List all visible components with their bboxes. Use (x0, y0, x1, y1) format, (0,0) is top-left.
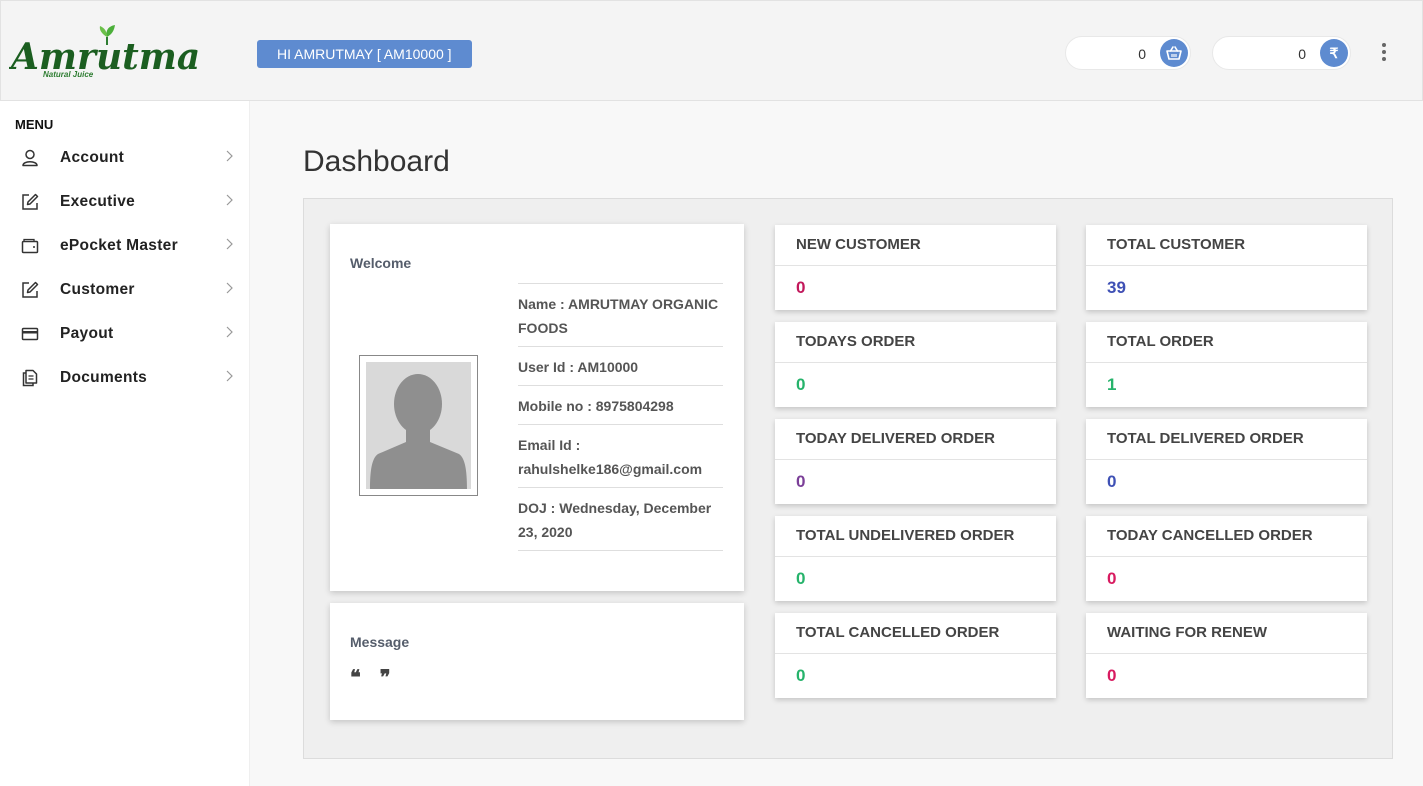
top-header: Amrutmay Natural Juice HI AMRUTMAY [ AM1… (0, 0, 1423, 101)
sidebar-item-executive[interactable]: Executive (0, 180, 250, 224)
sidebar-item-label: Account (60, 149, 125, 166)
welcome-title: Welcome (350, 255, 412, 271)
stat-value: 39 (1107, 278, 1126, 297)
sidebar: MENU Account Executive ePocket Master Cu… (0, 101, 250, 786)
menu-title: MENU (15, 117, 54, 132)
sidebar-item-payout[interactable]: Payout (0, 312, 250, 356)
stat-value: 0 (796, 375, 806, 394)
stat-total-order: TOTAL ORDER 1 (1086, 322, 1367, 407)
stat-total-customer: TOTAL CUSTOMER 39 (1086, 225, 1367, 310)
edit-icon (20, 192, 40, 212)
user-email: Email Id : rahulshelke186@gmail.com (518, 424, 723, 487)
user-name: Name : AMRUTMAY ORGANIC FOODS (518, 283, 723, 346)
stat-value: 0 (1107, 472, 1117, 491)
chevron-right-icon (224, 324, 236, 340)
stat-title: TOTAL DELIVERED ORDER (1086, 419, 1367, 460)
stat-title: WAITING FOR RENEW (1086, 613, 1367, 654)
rupee-wallet[interactable]: 0 ₹ (1212, 36, 1351, 70)
stat-value: 0 (796, 569, 806, 588)
message-card: Message ❝ ❞ (330, 603, 744, 720)
message-title: Message (350, 634, 410, 650)
stat-value: 1 (1107, 375, 1117, 394)
sidebar-item-documents[interactable]: Documents (0, 356, 250, 400)
welcome-card: Welcome Name : AMRUTMAY ORGANIC FOODS Us… (330, 224, 744, 591)
basket-icon (1160, 39, 1188, 67)
sidebar-item-label: Payout (60, 325, 114, 342)
greeting-badge[interactable]: HI AMRUTMAY [ AM10000 ] (257, 40, 472, 68)
avatar (359, 355, 478, 496)
chevron-right-icon (224, 280, 236, 296)
user-info: Name : AMRUTMAY ORGANIC FOODS User Id : … (518, 283, 723, 551)
sidebar-item-customer[interactable]: Customer (0, 268, 250, 312)
stat-value: 0 (796, 278, 806, 297)
quote-icon: ❝ ❞ (350, 665, 397, 689)
sidebar-item-label: ePocket Master (60, 237, 178, 254)
stat-title: TOTAL ORDER (1086, 322, 1367, 363)
chevron-right-icon (224, 236, 236, 252)
kebab-menu-icon[interactable] (1375, 41, 1393, 63)
wallet-icon (20, 236, 40, 256)
chevron-right-icon (224, 192, 236, 208)
user-icon (20, 148, 40, 168)
amrutmay-logo[interactable]: Amrutmay Natural Juice (8, 25, 223, 81)
svg-text:Amrutmay: Amrutmay (9, 36, 199, 78)
stat-title: TOTAL CANCELLED ORDER (775, 613, 1056, 654)
stat-title: TODAY DELIVERED ORDER (775, 419, 1056, 460)
user-doj: DOJ : Wednesday, December 23, 2020 (518, 487, 723, 551)
stat-today-delivered-order: TODAY DELIVERED ORDER 0 (775, 419, 1056, 504)
stat-title: TOTAL UNDELIVERED ORDER (775, 516, 1056, 557)
svg-text:Natural Juice: Natural Juice (43, 70, 94, 79)
user-id: User Id : AM10000 (518, 346, 723, 385)
stat-todays-order: TODAYS ORDER 0 (775, 322, 1056, 407)
sidebar-item-epocket-master[interactable]: ePocket Master (0, 224, 250, 268)
basket-value: 0 (1138, 46, 1146, 62)
stat-title: TOTAL CUSTOMER (1086, 225, 1367, 266)
rupee-value: 0 (1298, 46, 1306, 62)
sidebar-item-label: Documents (60, 369, 148, 386)
rupee-icon: ₹ (1320, 39, 1348, 67)
chevron-right-icon (224, 368, 236, 384)
stat-new-customer: NEW CUSTOMER 0 (775, 225, 1056, 310)
basket-wallet[interactable]: 0 (1065, 36, 1191, 70)
stat-total-delivered-order: TOTAL DELIVERED ORDER 0 (1086, 419, 1367, 504)
sidebar-item-label: Customer (60, 281, 135, 298)
stat-today-cancelled-order: TODAY CANCELLED ORDER 0 (1086, 516, 1367, 601)
sidebar-item-account[interactable]: Account (0, 136, 250, 180)
sidebar-item-label: Executive (60, 193, 136, 210)
stat-title: TODAY CANCELLED ORDER (1086, 516, 1367, 557)
chevron-right-icon (224, 148, 236, 164)
user-mobile: Mobile no : 8975804298 (518, 385, 723, 424)
stat-value: 0 (796, 666, 806, 685)
stat-total-cancelled-order: TOTAL CANCELLED ORDER 0 (775, 613, 1056, 698)
stat-value: 0 (796, 472, 806, 491)
edit-icon (20, 280, 40, 300)
card-icon (20, 324, 40, 344)
stat-value: 0 (1107, 569, 1117, 588)
page-title: Dashboard (303, 145, 450, 178)
documents-icon (20, 368, 40, 388)
stat-total-undelivered-order: TOTAL UNDELIVERED ORDER 0 (775, 516, 1056, 601)
stat-waiting-for-renew: WAITING FOR RENEW 0 (1086, 613, 1367, 698)
stat-title: NEW CUSTOMER (775, 225, 1056, 266)
stat-value: 0 (1107, 666, 1117, 685)
stat-title: TODAYS ORDER (775, 322, 1056, 363)
